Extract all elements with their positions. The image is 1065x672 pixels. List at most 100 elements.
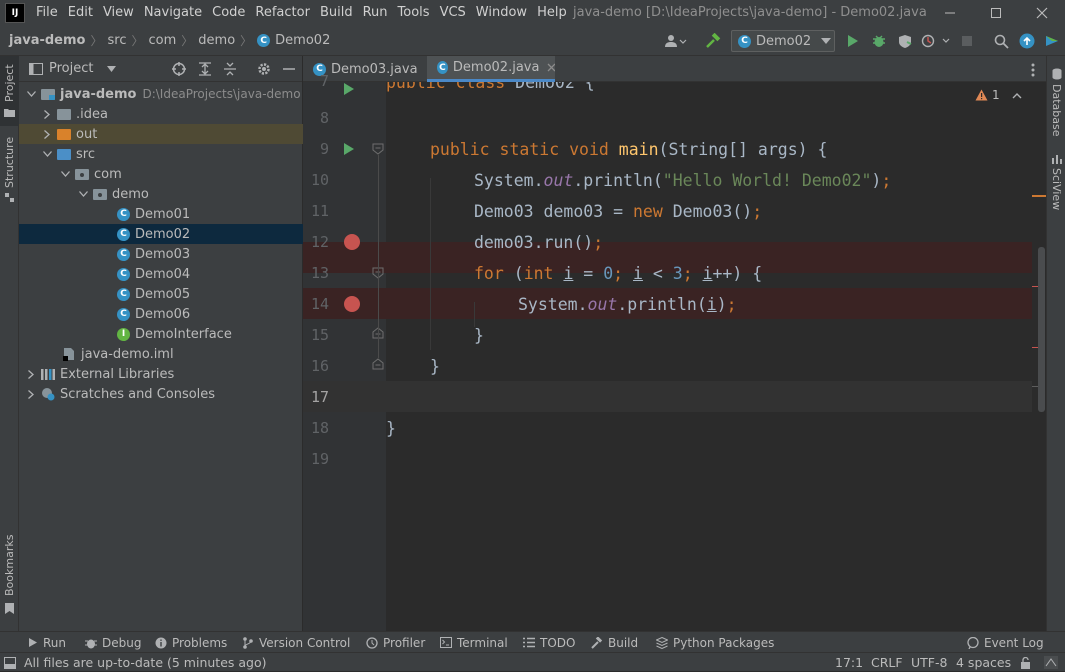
build-project-button[interactable]	[703, 31, 723, 51]
tree-node-demo02[interactable]: C Demo02	[19, 224, 303, 244]
indent-setting[interactable]: 4 spaces	[956, 653, 1011, 672]
expand-arrow-right-icon[interactable]	[41, 124, 53, 144]
expand-arrow-down-icon[interactable]	[41, 144, 53, 164]
breadcrumb-src[interactable]: src	[104, 33, 131, 48]
status-message[interactable]: All files are up-to-date (5 minutes ago)	[4, 653, 267, 672]
lock-icon[interactable]	[1020, 657, 1031, 669]
menu-run[interactable]: Run	[358, 0, 393, 26]
run-button[interactable]	[843, 31, 863, 51]
menu-edit[interactable]: Edit	[63, 0, 98, 26]
tree-node-demointerface[interactable]: I DemoInterface	[19, 324, 303, 344]
tree-node-demo05[interactable]: C Demo05	[19, 284, 303, 304]
update-button[interactable]	[1017, 31, 1037, 51]
database-tool-window-tab[interactable]: Database	[1047, 64, 1065, 139]
menu-help[interactable]: Help	[532, 0, 572, 26]
breadcrumb-demo02[interactable]: C Demo02	[253, 33, 334, 48]
stop-button[interactable]	[957, 31, 977, 51]
tree-node-out[interactable]: out	[19, 124, 303, 144]
run-gutter-icon[interactable]	[343, 82, 355, 96]
breadcrumb-project[interactable]: java-demo	[5, 33, 89, 48]
warning-marker[interactable]	[1032, 195, 1046, 197]
menu-code[interactable]: Code	[207, 0, 250, 26]
tree-node-demo[interactable]: demo	[19, 184, 303, 204]
breakpoint-icon[interactable]	[343, 233, 361, 251]
menu-navigate[interactable]: Navigate	[139, 0, 207, 26]
version-control-tool-button[interactable]: Version Control	[242, 632, 350, 653]
more-tabs-icon[interactable]	[1031, 63, 1035, 77]
tree-node-demo04[interactable]: C Demo04	[19, 264, 303, 284]
build-tool-button[interactable]: Build	[591, 632, 638, 653]
breakpoint-icon[interactable]	[343, 295, 361, 313]
coverage-button[interactable]	[895, 31, 915, 51]
tree-node-java-demo[interactable]: java-demo D:\IdeaProjects\java-demo	[19, 84, 303, 104]
intellij-logo-icon[interactable]: IJ	[5, 3, 25, 23]
search-everywhere-button[interactable]	[991, 31, 1011, 51]
locate-file-icon[interactable]	[172, 62, 186, 76]
menu-tools[interactable]: Tools	[393, 0, 435, 26]
menu-vcs[interactable]: VCS	[435, 0, 471, 26]
project-tool-window-tab[interactable]: Project	[0, 56, 19, 126]
chevron-down-icon[interactable]	[107, 65, 117, 72]
tree-node-scratches[interactable]: Scratches and Consoles	[19, 384, 303, 404]
menu-refactor[interactable]: Refactor	[250, 0, 315, 26]
profiler-tool-button[interactable]: Profiler	[366, 632, 425, 653]
fold-marker-icon[interactable]	[372, 143, 384, 155]
collapse-all-icon[interactable]	[224, 62, 236, 76]
maximize-button[interactable]	[973, 0, 1019, 26]
memory-indicator-icon[interactable]	[1044, 656, 1058, 669]
tree-node-com[interactable]: com	[19, 164, 303, 184]
event-log-tool-button[interactable]: Event Log	[967, 632, 1044, 653]
tree-node-demo01[interactable]: C Demo01	[19, 204, 303, 224]
terminal-tool-button[interactable]: Terminal	[440, 632, 508, 653]
profiler-button[interactable]	[919, 31, 953, 51]
minimize-button[interactable]	[927, 0, 973, 26]
breadcrumb-com[interactable]: com	[145, 33, 181, 48]
close-button[interactable]	[1019, 0, 1065, 26]
user-account-button[interactable]	[663, 31, 689, 51]
sciview-tool-window-tab[interactable]: SciView	[1047, 151, 1065, 221]
expand-arrow-down-icon[interactable]	[59, 164, 71, 184]
file-encoding[interactable]: UTF-8	[911, 653, 947, 672]
fold-marker-icon[interactable]	[372, 358, 384, 370]
close-tab-icon[interactable]	[547, 63, 555, 72]
debug-button[interactable]	[869, 31, 889, 51]
run-tool-button[interactable]: Run	[28, 632, 66, 653]
gear-icon[interactable]	[257, 62, 271, 76]
tool-windows-toggle-icon[interactable]	[4, 656, 16, 669]
menu-window[interactable]: Window	[471, 0, 532, 26]
expand-arrow-down-icon[interactable]	[25, 84, 37, 104]
tree-node-idea[interactable]: .idea	[19, 104, 303, 124]
tree-node-iml[interactable]: java-demo.iml	[19, 344, 303, 364]
menu-view[interactable]: View	[98, 0, 139, 26]
inspection-widget[interactable]: 1	[975, 88, 1032, 102]
error-stripe[interactable]	[1032, 82, 1046, 631]
breadcrumb-demo[interactable]: demo	[194, 33, 239, 48]
project-view-selector[interactable]: Project	[49, 61, 93, 76]
expand-arrow-right-icon[interactable]	[25, 384, 37, 404]
jetbrains-toolbox-button[interactable]	[1042, 31, 1062, 51]
tree-node-src[interactable]: src	[19, 144, 303, 164]
todo-tool-button[interactable]: TODO	[523, 632, 575, 653]
expand-arrow-down-icon[interactable]	[77, 184, 89, 204]
debug-tool-button[interactable]: Debug	[85, 632, 141, 653]
bookmarks-tool-window-tab[interactable]: Bookmarks	[0, 535, 19, 621]
python-packages-tool-button[interactable]: Python Packages	[656, 632, 774, 653]
run-gutter-icon[interactable]	[343, 142, 355, 156]
hide-panel-icon[interactable]	[283, 63, 295, 75]
code-editor[interactable]: public class Demo02 { public static void…	[386, 82, 1032, 631]
scrollbar-thumb[interactable]	[1038, 247, 1045, 412]
run-configuration-selector[interactable]: C Demo02	[731, 30, 835, 52]
chevron-up-icon[interactable]	[1012, 92, 1022, 99]
line-separator[interactable]: CRLF	[871, 653, 903, 672]
tab-demo02[interactable]: C Demo02.java	[427, 56, 555, 82]
structure-tool-window-tab[interactable]: Structure	[0, 136, 19, 206]
tree-node-demo06[interactable]: C Demo06	[19, 304, 303, 324]
expand-all-icon[interactable]	[199, 62, 211, 76]
caret-position[interactable]: 17:1	[835, 653, 863, 672]
problems-tool-button[interactable]: Problems	[155, 632, 227, 653]
menu-build[interactable]: Build	[315, 0, 358, 26]
expand-arrow-right-icon[interactable]	[41, 104, 53, 124]
menu-file[interactable]: File	[31, 0, 63, 26]
expand-arrow-right-icon[interactable]	[25, 364, 37, 384]
tree-node-external-libraries[interactable]: External Libraries	[19, 364, 303, 384]
